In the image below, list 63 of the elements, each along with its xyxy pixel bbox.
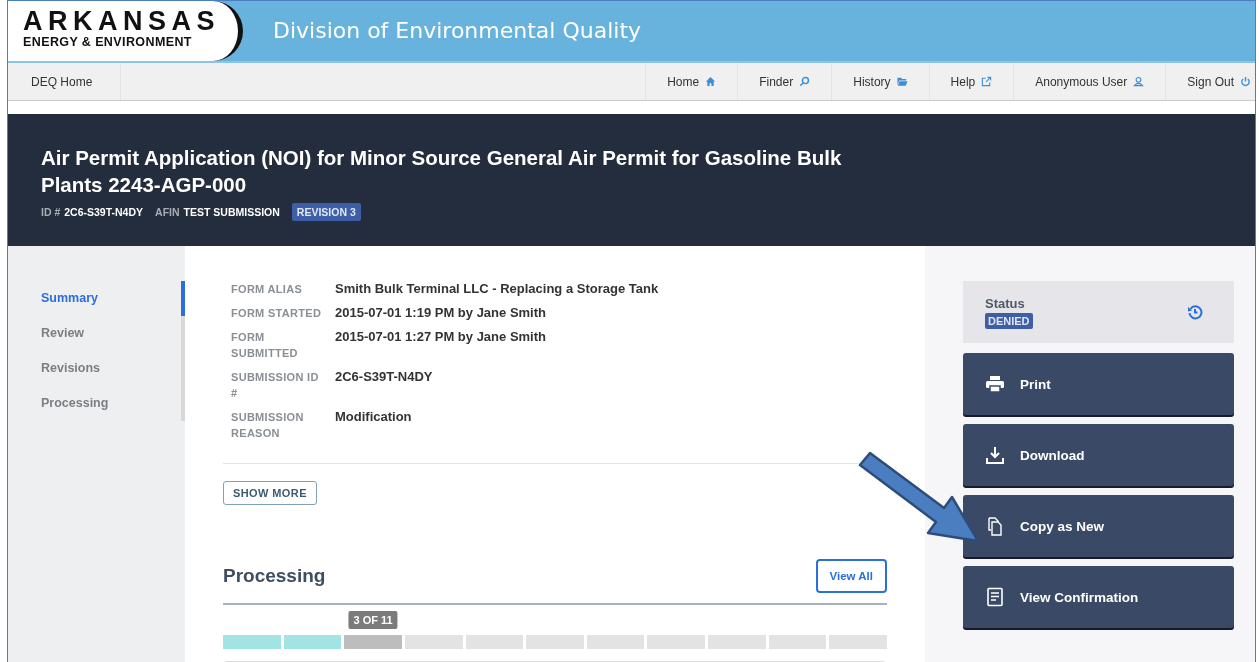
afin-value: TEST SUBMISSION bbox=[183, 206, 280, 218]
sidebar-item[interactable]: Summary bbox=[8, 281, 185, 316]
sidebar-item[interactable]: Processing bbox=[8, 386, 185, 421]
field-value: 2C6-S39T-N4DY bbox=[335, 369, 434, 386]
folder-icon bbox=[896, 76, 908, 87]
history-icon[interactable] bbox=[1187, 304, 1203, 320]
progress-step[interactable] bbox=[283, 635, 342, 649]
action-button[interactable]: Copy as New bbox=[963, 495, 1234, 557]
field-label: SUBMISSION ID # bbox=[231, 370, 320, 401]
progress-step[interactable] bbox=[526, 635, 584, 649]
site-title: Division of Environmental Quality bbox=[272, 17, 642, 45]
nav-link[interactable]: History bbox=[831, 63, 929, 100]
field-label: SUBMISSION REASON bbox=[231, 410, 305, 441]
step-tooltip: 3 OF 11 bbox=[348, 611, 398, 629]
power-icon bbox=[1240, 76, 1251, 87]
sidebar-item[interactable]: Review bbox=[8, 316, 185, 351]
id-label: ID # bbox=[41, 206, 61, 218]
progress-step[interactable] bbox=[465, 635, 524, 649]
field-value: 2015-07-01 1:27 PM by Jane Smith bbox=[335, 329, 547, 346]
progress-step[interactable] bbox=[708, 635, 766, 649]
field-label: FORM STARTED bbox=[231, 306, 323, 321]
field-value: Smith Bulk Terminal LLC - Replacing a Storage Tank bbox=[335, 281, 660, 297]
field-value: 2015-07-01 1:19 PM by Jane Smith bbox=[335, 305, 547, 321]
logo-wordmark: ARKANSAS bbox=[23, 7, 221, 35]
status-badge: DENIED bbox=[985, 312, 1033, 329]
progress-step[interactable] bbox=[586, 635, 645, 649]
progress-step[interactable] bbox=[647, 635, 706, 649]
user-icon bbox=[1133, 76, 1145, 87]
field-label: FORM ALIAS bbox=[231, 282, 304, 297]
status-label: Status bbox=[985, 295, 1026, 311]
progress-step[interactable] bbox=[344, 635, 402, 649]
sidebar-item[interactable]: Revisions bbox=[8, 351, 185, 386]
action-button[interactable]: View Confirmation bbox=[963, 566, 1234, 628]
nav-link[interactable]: DEQ Home bbox=[8, 63, 122, 100]
nav-link[interactable]: Anonymous User bbox=[1013, 63, 1166, 100]
document-icon bbox=[985, 587, 1005, 607]
view-all-button[interactable]: View All bbox=[815, 559, 887, 593]
download-icon bbox=[985, 445, 1005, 465]
logo[interactable]: ARKANSAS ENERGY & ENVIRONMENT bbox=[8, 1, 243, 61]
progress-step[interactable] bbox=[768, 635, 827, 649]
progress-step[interactable] bbox=[829, 635, 888, 649]
page-title: Air Permit Application (NOI) for Minor Source General Air Permit for Gasoline Bulk Plants 2243-AGP-000 bbox=[41, 145, 843, 198]
nav-link[interactable]: Home bbox=[645, 63, 738, 100]
progress-step[interactable] bbox=[404, 635, 463, 649]
id-value: 2C6-S39T-N4DY bbox=[64, 206, 144, 218]
nav-link[interactable]: Finder bbox=[737, 63, 832, 100]
home-icon bbox=[705, 76, 717, 87]
show-more-button[interactable]: SHOW MORE bbox=[223, 481, 317, 505]
field-value: Modification bbox=[335, 409, 413, 426]
nav-link[interactable]: Help bbox=[928, 63, 1014, 100]
search-icon bbox=[799, 76, 811, 87]
action-button[interactable]: Download bbox=[963, 424, 1234, 486]
field-label: FORM SUBMITTED bbox=[231, 330, 299, 361]
logo-subtitle: ENERGY & ENVIRONMENT bbox=[23, 35, 193, 49]
external-link-icon bbox=[981, 76, 993, 87]
section-heading: Processing bbox=[223, 565, 326, 587]
progress-step[interactable] bbox=[223, 635, 281, 649]
printer-icon bbox=[985, 374, 1005, 394]
revision-badge: REVISION 3 bbox=[291, 203, 361, 221]
action-button[interactable]: Print bbox=[963, 353, 1234, 415]
afin-label: AFIN bbox=[155, 206, 180, 218]
copy-icon bbox=[985, 516, 1005, 536]
nav-link[interactable]: Sign Out bbox=[1165, 63, 1255, 100]
